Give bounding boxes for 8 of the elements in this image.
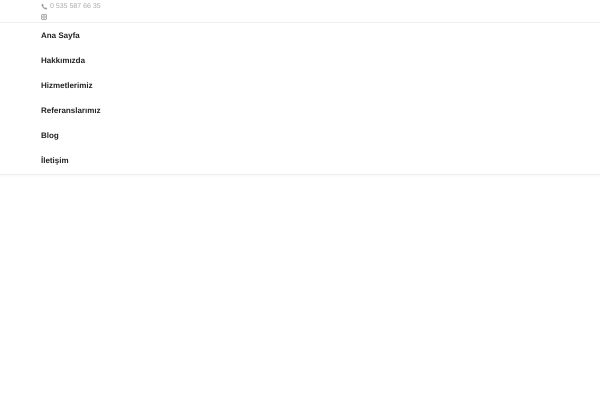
menu-item[interactable]: İletişim [0,148,600,173]
menu-item[interactable]: Blog [0,123,600,148]
menu-item[interactable]: Hizmetlerimiz [0,73,600,98]
menu-item[interactable]: Referanslarımız [0,98,600,123]
menu-item[interactable]: Ana Sayfa [0,23,600,48]
menu-item[interactable]: Hakkımızda [0,48,600,73]
instagram-icon[interactable] [41,14,47,20]
phone-icon [41,2,48,10]
